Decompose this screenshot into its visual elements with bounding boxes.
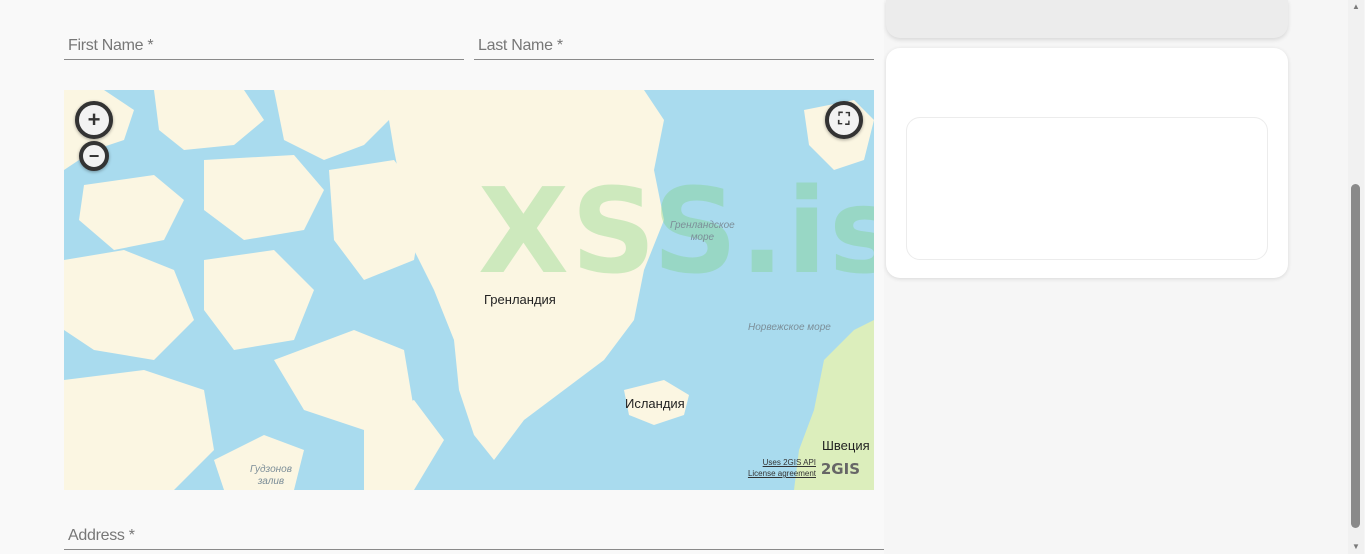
fullscreen-icon: ⛶ bbox=[838, 111, 850, 128]
hudson-bay-label-line2: залив bbox=[257, 476, 285, 487]
first-name-input[interactable] bbox=[64, 33, 464, 59]
norwegian-sea-label: Норвежское море bbox=[748, 322, 831, 333]
page-scrollbar[interactable]: ▲ ▼ bbox=[1348, 0, 1364, 554]
plus-icon: + bbox=[87, 107, 101, 132]
fullscreen-button[interactable]: ⛶ bbox=[825, 101, 863, 139]
greenland-label: Гренландия bbox=[484, 292, 556, 307]
zoom-in-button[interactable]: + bbox=[75, 101, 113, 139]
last-name-field[interactable] bbox=[474, 33, 874, 60]
scrollbar-thumb[interactable] bbox=[1351, 184, 1360, 528]
greenland-sea-label-line2: море bbox=[690, 232, 715, 243]
map-widget[interactable]: XSS.is Гренландское море Норвежское море… bbox=[64, 90, 874, 490]
sweden-label: Швеция bbox=[822, 438, 870, 453]
minus-icon: − bbox=[88, 145, 100, 166]
first-name-field[interactable] bbox=[64, 33, 464, 60]
scroll-up-icon[interactable]: ▲ bbox=[1348, 0, 1364, 14]
address-field[interactable] bbox=[64, 523, 884, 550]
last-name-input[interactable] bbox=[474, 33, 874, 59]
address-input[interactable] bbox=[64, 523, 884, 549]
hudson-bay-label: Гудзонов залив bbox=[250, 464, 292, 488]
iceland-label: Исландия bbox=[625, 396, 685, 411]
sidebar-inner-card bbox=[906, 117, 1268, 260]
api-attribution-link[interactable]: Uses 2GIS API bbox=[763, 458, 816, 467]
sidebar-card bbox=[886, 48, 1288, 278]
form-panel: XSS.is Гренландское море Норвежское море… bbox=[0, 0, 884, 554]
2gis-logo: 2GIS bbox=[820, 460, 860, 478]
license-agreement-link[interactable]: License agreement bbox=[748, 469, 816, 478]
greenland-sea-label: Гренландское море bbox=[670, 220, 735, 244]
zoom-out-button[interactable]: − bbox=[79, 141, 109, 171]
hudson-bay-label-line1: Гудзонов bbox=[250, 464, 292, 475]
greenland-sea-label-line1: Гренландское bbox=[670, 220, 735, 231]
scroll-down-icon[interactable]: ▼ bbox=[1348, 540, 1364, 554]
sidebar-top-card bbox=[886, 0, 1288, 38]
